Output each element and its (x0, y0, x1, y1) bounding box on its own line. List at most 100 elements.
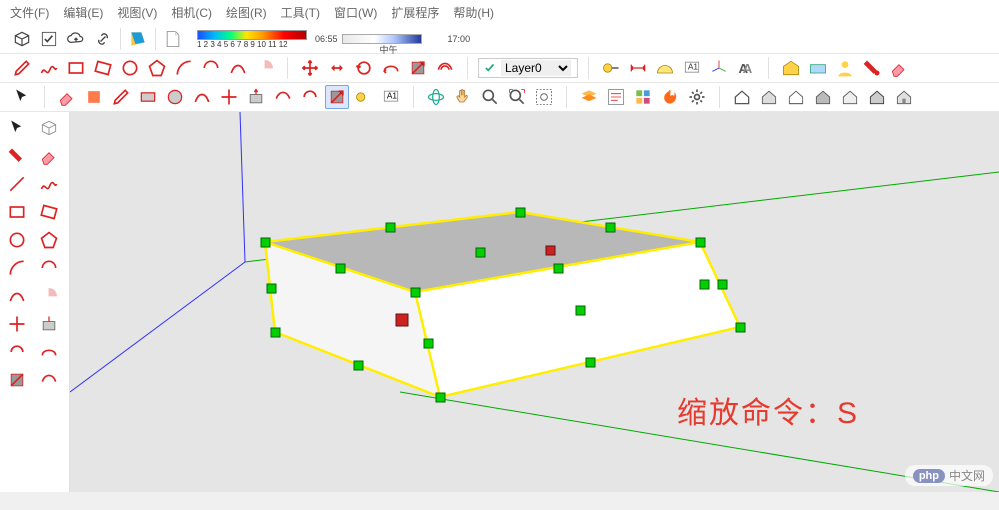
zoom-extents-icon[interactable] (505, 85, 529, 109)
offset-tool-icon[interactable] (433, 56, 457, 80)
rotrect-side-icon[interactable] (34, 198, 64, 226)
pencil-red-icon[interactable] (10, 56, 34, 80)
text-tool-icon[interactable]: A1 (680, 56, 704, 80)
house7-icon[interactable] (892, 85, 916, 109)
menu-tools[interactable]: 工具(T) (281, 4, 320, 21)
warehouse-icon[interactable] (779, 56, 803, 80)
house4-icon[interactable] (811, 85, 835, 109)
rect-tool-icon[interactable] (64, 56, 88, 80)
pencil2-icon[interactable] (109, 85, 133, 109)
viewport-3d[interactable]: 缩放命令：S php 中文网 (70, 112, 999, 492)
followme-side-icon[interactable] (34, 338, 64, 366)
arc3-tool-icon[interactable] (226, 56, 250, 80)
settings-icon[interactable] (685, 85, 709, 109)
circle-tool-icon[interactable] (118, 56, 142, 80)
menu-edit[interactable]: 编辑(E) (63, 4, 103, 21)
house5-icon[interactable] (838, 85, 862, 109)
axes-tool-icon[interactable] (707, 56, 731, 80)
pushpull-side-icon[interactable] (34, 310, 64, 338)
zoom-window-icon[interactable] (532, 85, 556, 109)
pie-side-icon[interactable] (34, 282, 64, 310)
offset2-icon[interactable] (271, 85, 295, 109)
origin-grip[interactable] (396, 314, 408, 326)
tape2-icon[interactable] (352, 85, 376, 109)
3dtext-tool-icon[interactable]: AA (734, 56, 758, 80)
house6-icon[interactable] (865, 85, 889, 109)
red-grip[interactable] (546, 246, 555, 255)
scale2-icon[interactable] (325, 85, 349, 109)
people-icon[interactable] (833, 56, 857, 80)
tape-tool-icon[interactable] (599, 56, 623, 80)
cube-icon[interactable] (10, 27, 34, 51)
menu-help[interactable]: 帮助(H) (453, 4, 494, 21)
house3-icon[interactable] (784, 85, 808, 109)
paper-icon[interactable] (161, 27, 185, 51)
cube-side-icon[interactable] (34, 114, 64, 142)
swatch-icon[interactable] (126, 27, 150, 51)
polygon-tool-icon[interactable] (145, 56, 169, 80)
dimension-tool-icon[interactable] (626, 56, 650, 80)
circle2-icon[interactable] (163, 85, 187, 109)
move2-icon[interactable] (217, 85, 241, 109)
svg-text:A1: A1 (688, 62, 699, 72)
outliner-icon[interactable] (604, 85, 628, 109)
rotate2-icon[interactable] (298, 85, 322, 109)
circle-side-icon[interactable] (2, 226, 32, 254)
line-side-icon[interactable] (2, 170, 32, 198)
rotate-side-icon[interactable] (2, 338, 32, 366)
rect-side-icon[interactable] (2, 198, 32, 226)
menu-draw[interactable]: 绘图(R) (226, 4, 267, 21)
fire-icon[interactable] (658, 85, 682, 109)
poly-side-icon[interactable] (34, 226, 64, 254)
orbit-icon[interactable] (424, 85, 448, 109)
cloud-up-icon[interactable] (64, 27, 88, 51)
followme-icon[interactable] (379, 56, 403, 80)
rect2-icon[interactable] (136, 85, 160, 109)
layer-select[interactable]: Layer0 (501, 60, 571, 76)
arc2-tool-icon[interactable] (199, 56, 223, 80)
layer-dropdown[interactable]: Layer0 (478, 58, 578, 78)
menu-extensions[interactable]: 扩展程序 (391, 4, 439, 21)
eraser-side-icon[interactable] (34, 142, 64, 170)
arc3-side-icon[interactable] (2, 282, 32, 310)
house2-icon[interactable] (757, 85, 781, 109)
zoom-icon[interactable] (478, 85, 502, 109)
link-icon[interactable] (91, 27, 115, 51)
menu-camera[interactable]: 相机(C) (171, 4, 212, 21)
freehand-icon[interactable] (37, 56, 61, 80)
select-tool-icon[interactable] (10, 85, 34, 109)
freehand-side-icon[interactable] (34, 170, 64, 198)
check-icon[interactable] (37, 27, 61, 51)
pushpull-icon[interactable] (325, 56, 349, 80)
component-browser-icon[interactable] (631, 85, 655, 109)
layers-mgr-icon[interactable] (577, 85, 601, 109)
move-side-icon[interactable] (2, 310, 32, 338)
pan-icon[interactable] (451, 85, 475, 109)
arc-tool-icon[interactable] (172, 56, 196, 80)
eraser2-icon[interactable] (55, 85, 79, 109)
arc-side-icon[interactable] (2, 254, 32, 282)
protractor-tool-icon[interactable] (653, 56, 677, 80)
menu-view[interactable]: 视图(V) (117, 4, 157, 21)
text2-icon[interactable]: A1 (379, 85, 403, 109)
pushpull2-icon[interactable] (244, 85, 268, 109)
menu-window[interactable]: 窗口(W) (334, 4, 377, 21)
color-gradient[interactable] (197, 30, 307, 40)
paint-side-icon[interactable] (2, 142, 32, 170)
colorpaint-icon[interactable] (82, 85, 106, 109)
component-icon[interactable] (806, 56, 830, 80)
arc4-icon[interactable] (190, 85, 214, 109)
rotated-rect-icon[interactable] (91, 56, 115, 80)
eraser-tool-icon[interactable] (887, 56, 911, 80)
house1-icon[interactable] (730, 85, 754, 109)
rotate-tool-icon[interactable] (352, 56, 376, 80)
scale-tool-icon[interactable] (406, 56, 430, 80)
offset-side-icon[interactable] (34, 366, 64, 394)
paint-tool-icon[interactable] (860, 56, 884, 80)
move-tool-icon[interactable] (298, 56, 322, 80)
arc2-side-icon[interactable] (34, 254, 64, 282)
scale-side-icon[interactable] (2, 366, 32, 394)
pie-tool-icon[interactable] (253, 56, 277, 80)
menu-file[interactable]: 文件(F) (10, 4, 49, 21)
select-side-icon[interactable] (2, 114, 32, 142)
